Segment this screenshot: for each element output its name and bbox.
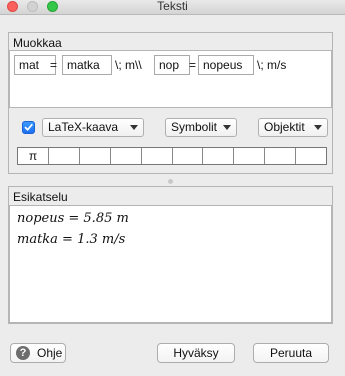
edit-section-label: Muokkaa [13,36,62,50]
chevron-down-icon [223,125,231,130]
latex-mode-dropdown[interactable]: LaTeX-kaava [42,118,144,137]
symbol-cell[interactable]: π [18,148,49,164]
symbol-cell[interactable] [80,148,111,164]
ok-label: Hyväksy [173,346,219,360]
symbol-cell[interactable] [296,148,326,164]
symbol-cell[interactable] [265,148,297,164]
checkmark-icon [24,123,33,131]
latex-checkbox[interactable] [22,121,35,134]
token-tail-text: \; m/s [257,58,287,72]
token-matka[interactable]: matka [62,55,112,75]
help-button[interactable]: ? Ohje [10,343,66,363]
ok-button[interactable]: Hyväksy [157,343,235,363]
help-label: Ohje [37,346,63,360]
symbol-cell[interactable] [142,148,173,164]
recent-symbols-table: π [17,147,327,165]
token-equals-1: = [50,58,58,72]
symbol-cell[interactable] [234,148,266,164]
token-equals-2: = [189,58,197,72]
symbols-dropdown[interactable]: Symbolit [165,118,237,137]
token-mid-text: \; m\\ [115,58,142,72]
preview-line-1: nopeus = 5.85 m [17,211,129,226]
cancel-button[interactable]: Peruuta [253,343,329,363]
symbols-label: Symbolit [171,120,218,134]
cancel-label: Peruuta [269,346,313,360]
objects-label: Objektit [264,120,305,134]
symbol-cell[interactable] [173,148,204,164]
latex-editor[interactable]: mat = matka \; m\\ nop = nopeus \; m/s [9,50,332,108]
preview-line-2: matka = 1.3 m/s [17,232,126,247]
symbol-cell[interactable] [111,148,142,164]
split-pane-handle[interactable] [168,179,173,184]
token-nopeus[interactable]: nopeus [198,55,254,75]
window-title: Teksti [157,0,188,13]
chevron-down-icon [314,125,322,130]
title-bar: Teksti [0,0,345,15]
latex-mode-label: LaTeX-kaava [48,120,119,134]
symbol-cell[interactable] [203,148,235,164]
token-nop[interactable]: nop [154,55,190,75]
symbol-cell[interactable] [49,148,80,164]
chevron-down-icon [130,125,138,130]
question-icon: ? [16,346,30,360]
objects-dropdown[interactable]: Objektit [258,118,328,137]
preview-section-label: Esikatselu [13,190,68,204]
